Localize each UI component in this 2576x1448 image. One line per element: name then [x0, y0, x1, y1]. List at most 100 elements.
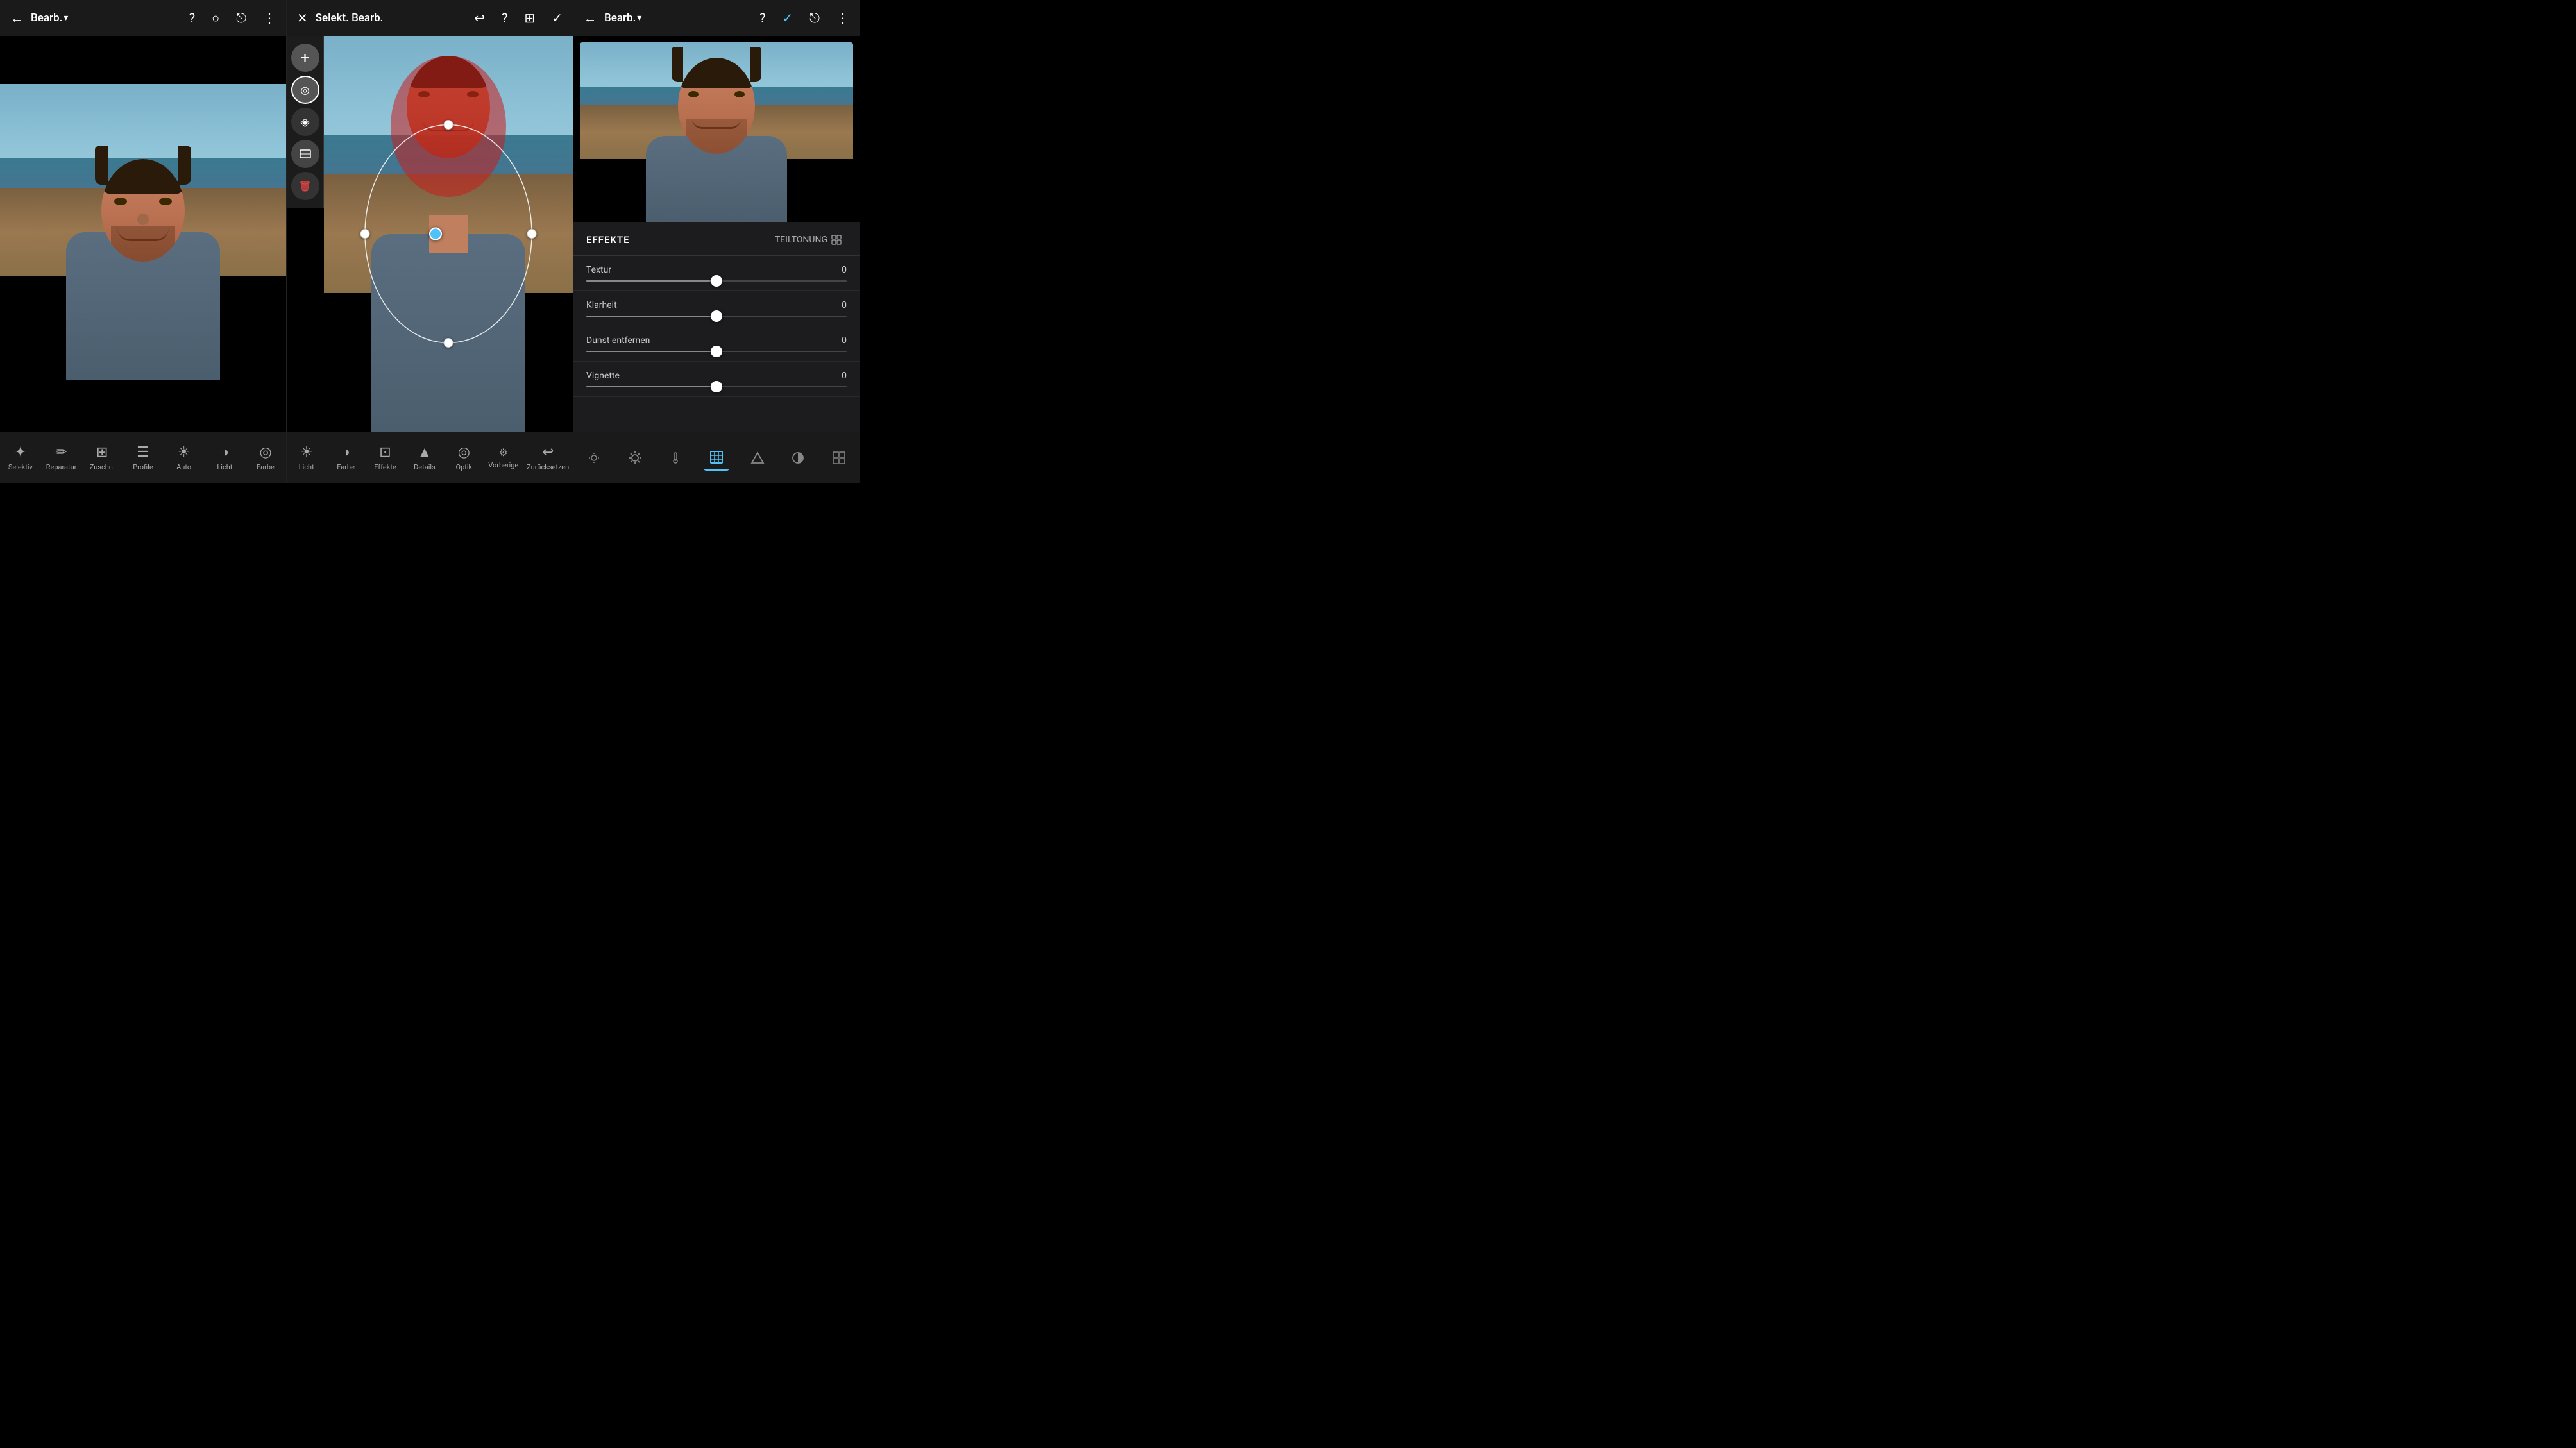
- compare-icon[interactable]: ⊞: [521, 8, 538, 28]
- share-icon[interactable]: ⎋: [233, 8, 249, 28]
- sidebar-brush-btn[interactable]: ◈: [291, 108, 319, 136]
- dropdown-icon-3[interactable]: ▾: [637, 13, 641, 23]
- undo-icon[interactable]: ↩: [471, 8, 487, 28]
- bottom-icon-grid[interactable]: [826, 445, 852, 471]
- tool2-effekte[interactable]: ⊡ Effekte: [369, 444, 402, 471]
- dunst-track[interactable]: [586, 351, 847, 352]
- tool2-farbe[interactable]: ◑ Farbe: [330, 444, 362, 471]
- zuschn-icon: ⊞: [96, 444, 108, 460]
- tool2-licht[interactable]: ☀ Licht: [291, 444, 323, 471]
- vignette-track[interactable]: [586, 386, 847, 387]
- details2-label: Details: [414, 463, 436, 471]
- grid-icon-bottom: [832, 451, 846, 465]
- panel1-photo: [0, 84, 286, 380]
- zuruecksetzen2-label: Zurücksetzen: [527, 463, 569, 471]
- vignette-value: 0: [831, 371, 847, 381]
- klarheit-thumb[interactable]: [711, 310, 722, 322]
- effects-panel-header: EFFEKTE TEILTONUNG: [573, 222, 860, 256]
- bottom-icon-sun-small[interactable]: [581, 445, 607, 471]
- vignette-label: Vignette: [586, 371, 620, 381]
- tool2-vorherige[interactable]: ⚙ Vorherige: [487, 446, 520, 469]
- panel1-header-icons: ? ○ ⎋ ⋮: [187, 8, 278, 29]
- tool2-details[interactable]: ▲ Details: [409, 444, 441, 471]
- sidebar-gradient-btn[interactable]: [291, 140, 319, 168]
- teiltonung-button[interactable]: TEILTONUNG: [770, 232, 847, 248]
- klarheit-slider-group: Klarheit 0: [573, 291, 860, 326]
- auto-icon: ☀: [178, 444, 191, 460]
- optik2-label: Optik: [456, 463, 473, 471]
- panel2-image-area: [324, 36, 573, 432]
- grid-icon: [831, 235, 842, 245]
- bottom-icon-sun[interactable]: [622, 445, 648, 471]
- tool-farbe[interactable]: ◎ Farbe: [250, 444, 282, 471]
- klarheit-track[interactable]: [586, 316, 847, 317]
- check-icon[interactable]: ✓: [549, 8, 565, 28]
- check-icon-3[interactable]: ✓: [779, 8, 795, 28]
- loading-icon: ○: [209, 8, 222, 29]
- vignette-slider-group: Vignette 0: [573, 362, 860, 397]
- thermometer-icon: [668, 451, 682, 465]
- teiltonung-label: TEILTONUNG: [775, 235, 827, 245]
- dunst-label: Dunst entfernen: [586, 335, 650, 346]
- panel2-bottom-toolbar: ☀ Licht ◑ Farbe ⊡ Effekte ▲ Details ◎ Op…: [287, 432, 573, 483]
- dunst-value: 0: [831, 335, 847, 346]
- tool-selektiv[interactable]: ✦ Selektiv: [4, 444, 37, 471]
- panel1-bottom-toolbar: ✦ Selektiv ✏ Reparatur ⊞ Zuschn. ☰ Profi…: [0, 432, 286, 483]
- dunst-slider-group: Dunst entfernen 0: [573, 326, 860, 362]
- triangle-icon: [750, 451, 765, 465]
- licht2-icon: ☀: [300, 444, 313, 460]
- reparatur-label: Reparatur: [46, 463, 77, 471]
- textur-track[interactable]: [586, 280, 847, 282]
- more-icon-3[interactable]: ⋮: [834, 8, 852, 28]
- tool-auto[interactable]: ☀ Auto: [168, 444, 200, 471]
- textur-thumb[interactable]: [711, 275, 722, 287]
- sidebar-delete-btn[interactable]: 🗑: [291, 172, 319, 200]
- panel1-title: Bearb. ▾: [31, 12, 68, 24]
- dropdown-icon[interactable]: ▾: [64, 13, 68, 23]
- close-button[interactable]: ✕: [294, 8, 310, 28]
- help-icon-2[interactable]: ?: [499, 8, 510, 28]
- bottom-icon-triangle[interactable]: [745, 445, 770, 471]
- zuschn-label: Zuschn.: [90, 463, 115, 471]
- sidebar-radial-btn[interactable]: ◎: [291, 76, 319, 104]
- more-icon[interactable]: ⋮: [260, 8, 278, 28]
- farbe2-label: Farbe: [337, 463, 355, 471]
- panel2-header-icons: ↩ ? ⊞ ✓: [471, 8, 565, 28]
- back-button[interactable]: ←: [8, 8, 26, 29]
- effects-panel: EFFEKTE TEILTONUNG Textur 0: [573, 222, 860, 432]
- sidebar-add-btn[interactable]: +: [291, 44, 319, 72]
- frame-icon: [709, 450, 724, 465]
- tool-zuschn[interactable]: ⊞ Zuschn.: [86, 444, 118, 471]
- tool-reparatur[interactable]: ✏ Reparatur: [46, 444, 78, 471]
- share-icon-3[interactable]: ⎋: [807, 8, 822, 28]
- small-sun-icon: [588, 451, 600, 464]
- farbe-icon: ◎: [259, 444, 271, 460]
- help-icon-3[interactable]: ?: [757, 8, 768, 28]
- details2-icon: ▲: [418, 444, 432, 460]
- tool-licht[interactable]: ◑ Licht: [208, 444, 241, 471]
- licht-icon: ◑: [221, 444, 229, 460]
- vorherige2-icon: ⚙: [499, 446, 508, 459]
- tool2-optik[interactable]: ◎ Optik: [448, 444, 480, 471]
- panel2-left-sidebar: + ◎ ◈ 🗑: [287, 36, 324, 208]
- farbe2-icon: ◑: [341, 444, 350, 460]
- bottom-icon-thermometer[interactable]: [663, 445, 688, 471]
- help-icon[interactable]: ?: [187, 8, 198, 28]
- panel-selective-edit: ✕ Selekt. Bearb. ↩ ? ⊞ ✓ + ◎ ◈ 🗑: [286, 0, 573, 483]
- effekte2-label: Effekte: [374, 463, 396, 471]
- licht-label: Licht: [217, 463, 232, 471]
- dunst-thumb[interactable]: [711, 346, 722, 357]
- tool2-zuruecksetzen[interactable]: ↩ Zurücksetzen: [527, 444, 569, 471]
- back-button-3[interactable]: ←: [581, 8, 599, 29]
- panel3-photo-area: [573, 36, 860, 222]
- tool-profile[interactable]: ☰ Profile: [127, 444, 159, 471]
- panel3-header: ← Bearb. ▾ ? ✓ ⎋ ⋮: [573, 0, 860, 36]
- klarheit-label: Klarheit: [586, 300, 617, 310]
- effects-title: EFFEKTE: [586, 234, 630, 246]
- textur-slider-group: Textur 0: [573, 256, 860, 291]
- selektiv-label: Selektiv: [8, 463, 33, 471]
- panel-edit-1: ← Bearb. ▾ ? ○ ⎋ ⋮: [0, 0, 286, 483]
- bottom-icon-contrast[interactable]: [785, 445, 811, 471]
- vignette-thumb[interactable]: [711, 381, 722, 392]
- bottom-icon-frame[interactable]: [704, 445, 729, 471]
